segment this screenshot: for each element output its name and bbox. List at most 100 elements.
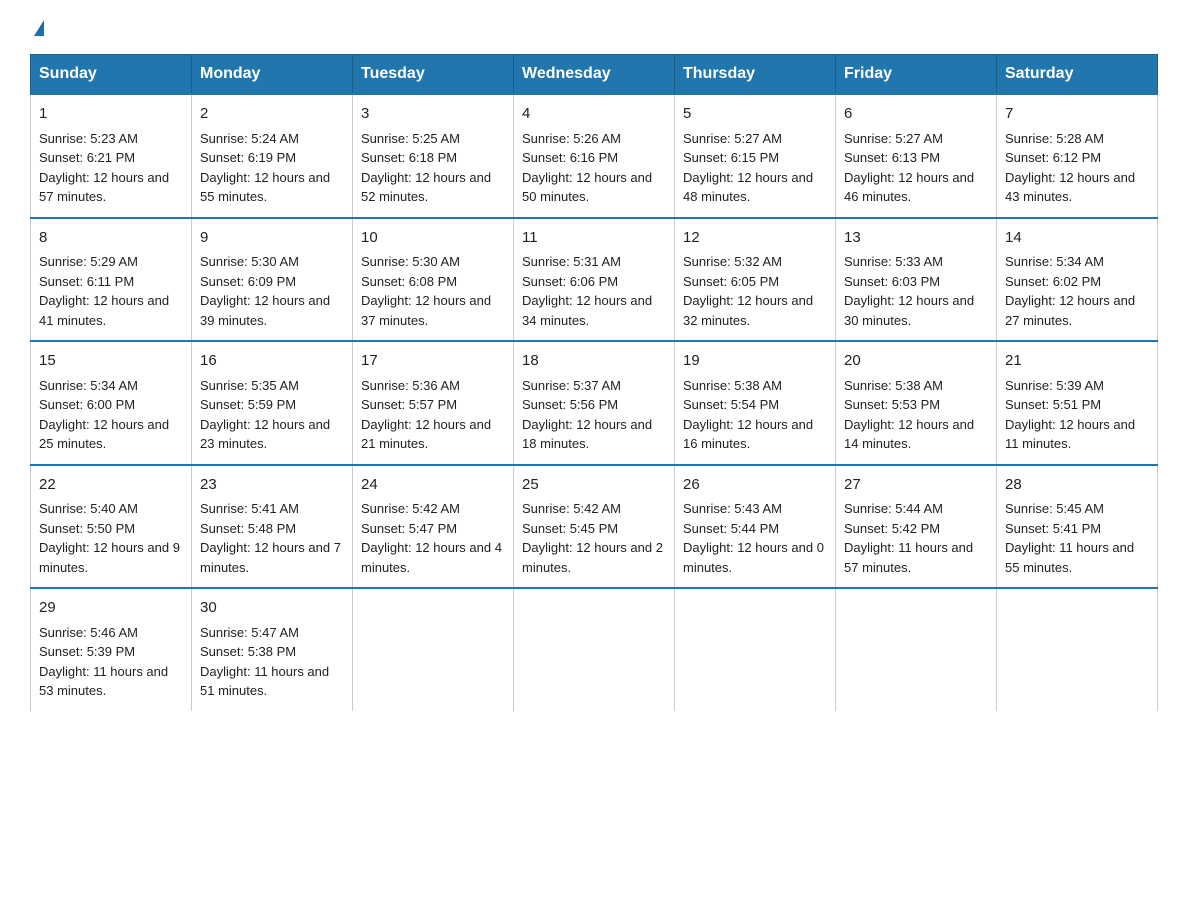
calendar-cell: 15Sunrise: 5:34 AMSunset: 6:00 PMDayligh… bbox=[31, 341, 192, 465]
calendar-cell: 23Sunrise: 5:41 AMSunset: 5:48 PMDayligh… bbox=[192, 465, 353, 589]
sunrise-text: Sunrise: 5:42 AM bbox=[361, 499, 505, 519]
calendar-cell bbox=[836, 588, 997, 711]
sunrise-text: Sunrise: 5:47 AM bbox=[200, 623, 344, 643]
day-number: 24 bbox=[361, 474, 505, 497]
daylight-text: Daylight: 11 hours and 51 minutes. bbox=[200, 662, 344, 701]
calendar-header-row: SundayMondayTuesdayWednesdayThursdayFrid… bbox=[31, 55, 1158, 95]
calendar-cell: 5 Sunrise: 5:27 AMSunset: 6:15 PMDaylight… bbox=[675, 94, 836, 218]
day-number: 21 bbox=[1005, 350, 1149, 373]
sunrise-text: Sunrise: 5:31 AM bbox=[522, 252, 666, 272]
sunrise-text: Sunrise: 5:44 AM bbox=[844, 499, 988, 519]
week-row-3: 15Sunrise: 5:34 AMSunset: 6:00 PMDayligh… bbox=[31, 341, 1158, 465]
week-row-4: 22Sunrise: 5:40 AMSunset: 5:50 PMDayligh… bbox=[31, 465, 1158, 589]
daylight-text: Daylight: 12 hours and 52 minutes. bbox=[361, 168, 505, 207]
calendar-cell: 20Sunrise: 5:38 AMSunset: 5:53 PMDayligh… bbox=[836, 341, 997, 465]
sunset-text: Sunset: 6:05 PM bbox=[683, 272, 827, 292]
sunset-text: Sunset: 5:47 PM bbox=[361, 519, 505, 539]
daylight-text: Daylight: 12 hours and 25 minutes. bbox=[39, 415, 183, 454]
day-number: 10 bbox=[361, 227, 505, 250]
week-row-5: 29Sunrise: 5:46 AMSunset: 5:39 PMDayligh… bbox=[31, 588, 1158, 711]
sunrise-text: Sunrise: 5:24 AM bbox=[200, 129, 344, 149]
day-number: 23 bbox=[200, 474, 344, 497]
sunset-text: Sunset: 6:13 PM bbox=[844, 148, 988, 168]
calendar-cell: 21 Sunrise: 5:39 AMSunset: 5:51 PMDayligh… bbox=[997, 341, 1158, 465]
daylight-text: Daylight: 12 hours and 57 minutes. bbox=[39, 168, 183, 207]
daylight-text: Daylight: 12 hours and 27 minutes. bbox=[1005, 291, 1149, 330]
sunset-text: Sunset: 6:18 PM bbox=[361, 148, 505, 168]
sunrise-text: Sunrise: 5:39 AM bbox=[1005, 376, 1149, 396]
day-number: 26 bbox=[683, 474, 827, 497]
calendar-cell: 8Sunrise: 5:29 AMSunset: 6:11 PMDaylight… bbox=[31, 218, 192, 342]
calendar-cell: 11Sunrise: 5:31 AMSunset: 6:06 PMDayligh… bbox=[514, 218, 675, 342]
day-number: 27 bbox=[844, 474, 988, 497]
sunrise-text: Sunrise: 5:46 AM bbox=[39, 623, 183, 643]
sunset-text: Sunset: 6:00 PM bbox=[39, 395, 183, 415]
day-number: 12 bbox=[683, 227, 827, 250]
day-number: 13 bbox=[844, 227, 988, 250]
daylight-text: Daylight: 12 hours and 39 minutes. bbox=[200, 291, 344, 330]
sunset-text: Sunset: 5:56 PM bbox=[522, 395, 666, 415]
week-row-1: 1Sunrise: 5:23 AMSunset: 6:21 PMDaylight… bbox=[31, 94, 1158, 218]
calendar-cell: 18Sunrise: 5:37 AMSunset: 5:56 PMDayligh… bbox=[514, 341, 675, 465]
sunrise-text: Sunrise: 5:28 AM bbox=[1005, 129, 1149, 149]
daylight-text: Daylight: 12 hours and 50 minutes. bbox=[522, 168, 666, 207]
sunrise-text: Sunrise: 5:27 AM bbox=[683, 129, 827, 149]
sunrise-text: Sunrise: 5:25 AM bbox=[361, 129, 505, 149]
day-number: 18 bbox=[522, 350, 666, 373]
calendar-cell: 6Sunrise: 5:27 AMSunset: 6:13 PMDaylight… bbox=[836, 94, 997, 218]
day-number: 2 bbox=[200, 103, 344, 126]
calendar-cell: 12Sunrise: 5:32 AMSunset: 6:05 PMDayligh… bbox=[675, 218, 836, 342]
calendar-cell bbox=[997, 588, 1158, 711]
calendar-cell: 19 Sunrise: 5:38 AMSunset: 5:54 PMDayligh… bbox=[675, 341, 836, 465]
daylight-text: Daylight: 11 hours and 53 minutes. bbox=[39, 662, 183, 701]
sunset-text: Sunset: 5:45 PM bbox=[522, 519, 666, 539]
daylight-text: Daylight: 12 hours and 11 minutes. bbox=[1005, 415, 1149, 454]
sunrise-text: Sunrise: 5:41 AM bbox=[200, 499, 344, 519]
column-header-friday: Friday bbox=[836, 55, 997, 95]
column-header-sunday: Sunday bbox=[31, 55, 192, 95]
sunset-text: Sunset: 6:03 PM bbox=[844, 272, 988, 292]
day-number: 16 bbox=[200, 350, 344, 373]
day-number: 9 bbox=[200, 227, 344, 250]
sunrise-text: Sunrise: 5:23 AM bbox=[39, 129, 183, 149]
daylight-text: Daylight: 12 hours and 14 minutes. bbox=[844, 415, 988, 454]
calendar-cell: 4Sunrise: 5:26 AMSunset: 6:16 PMDaylight… bbox=[514, 94, 675, 218]
sunrise-text: Sunrise: 5:34 AM bbox=[39, 376, 183, 396]
calendar-cell: 24Sunrise: 5:42 AMSunset: 5:47 PMDayligh… bbox=[353, 465, 514, 589]
calendar-cell: 1 Sunrise: 5:23 AMSunset: 6:21 PMDaylight… bbox=[31, 94, 192, 218]
daylight-text: Daylight: 12 hours and 23 minutes. bbox=[200, 415, 344, 454]
sunset-text: Sunset: 6:11 PM bbox=[39, 272, 183, 292]
calendar-cell: 17Sunrise: 5:36 AMSunset: 5:57 PMDayligh… bbox=[353, 341, 514, 465]
day-number: 1 bbox=[39, 103, 183, 126]
sunset-text: Sunset: 6:19 PM bbox=[200, 148, 344, 168]
day-number: 19 bbox=[683, 350, 827, 373]
calendar-cell: 25Sunrise: 5:42 AMSunset: 5:45 PMDayligh… bbox=[514, 465, 675, 589]
sunset-text: Sunset: 5:41 PM bbox=[1005, 519, 1149, 539]
calendar-table: SundayMondayTuesdayWednesdayThursdayFrid… bbox=[30, 54, 1158, 711]
calendar-cell: 22Sunrise: 5:40 AMSunset: 5:50 PMDayligh… bbox=[31, 465, 192, 589]
day-number: 8 bbox=[39, 227, 183, 250]
sunset-text: Sunset: 6:02 PM bbox=[1005, 272, 1149, 292]
calendar-cell: 2Sunrise: 5:24 AMSunset: 6:19 PMDaylight… bbox=[192, 94, 353, 218]
day-number: 29 bbox=[39, 597, 183, 620]
sunrise-text: Sunrise: 5:37 AM bbox=[522, 376, 666, 396]
column-header-monday: Monday bbox=[192, 55, 353, 95]
daylight-text: Daylight: 12 hours and 30 minutes. bbox=[844, 291, 988, 330]
sunrise-text: Sunrise: 5:38 AM bbox=[683, 376, 827, 396]
daylight-text: Daylight: 12 hours and 48 minutes. bbox=[683, 168, 827, 207]
sunset-text: Sunset: 6:15 PM bbox=[683, 148, 827, 168]
sunset-text: Sunset: 5:51 PM bbox=[1005, 395, 1149, 415]
sunset-text: Sunset: 5:54 PM bbox=[683, 395, 827, 415]
column-header-wednesday: Wednesday bbox=[514, 55, 675, 95]
calendar-cell bbox=[514, 588, 675, 711]
sunset-text: Sunset: 5:50 PM bbox=[39, 519, 183, 539]
daylight-text: Daylight: 11 hours and 57 minutes. bbox=[844, 538, 988, 577]
sunset-text: Sunset: 6:16 PM bbox=[522, 148, 666, 168]
daylight-text: Daylight: 12 hours and 16 minutes. bbox=[683, 415, 827, 454]
calendar-cell: 10Sunrise: 5:30 AMSunset: 6:08 PMDayligh… bbox=[353, 218, 514, 342]
calendar-cell: 14Sunrise: 5:34 AMSunset: 6:02 PMDayligh… bbox=[997, 218, 1158, 342]
sunrise-text: Sunrise: 5:40 AM bbox=[39, 499, 183, 519]
column-header-saturday: Saturday bbox=[997, 55, 1158, 95]
day-number: 5 bbox=[683, 103, 827, 126]
sunset-text: Sunset: 6:21 PM bbox=[39, 148, 183, 168]
